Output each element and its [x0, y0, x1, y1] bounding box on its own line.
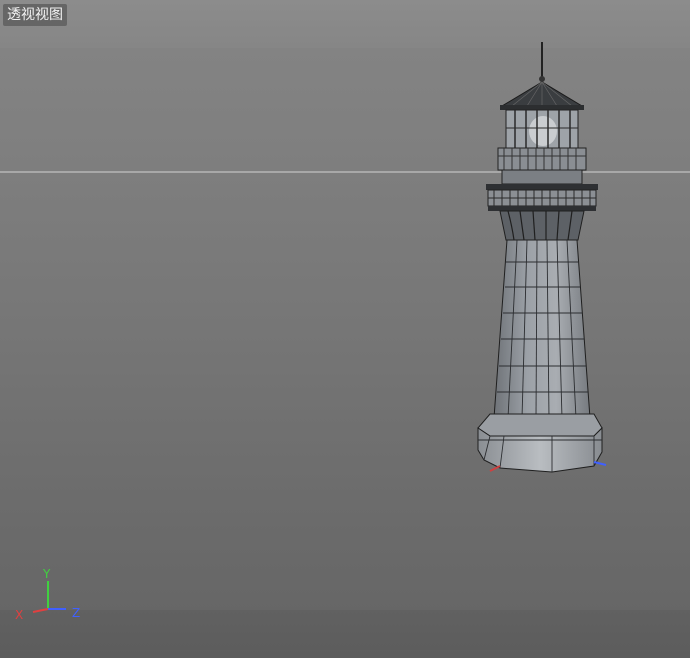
y-axis-label: Y	[42, 567, 51, 581]
upper-gallery	[497, 147, 587, 171]
tower-body	[493, 239, 591, 419]
roof-rim	[500, 105, 584, 110]
axis-gizmo: Y Z X	[15, 567, 80, 622]
gallery-deck-top	[486, 184, 598, 190]
z-axis-label: Z	[72, 606, 80, 620]
watch-room	[501, 169, 583, 185]
base-top	[477, 413, 603, 437]
x-axis-label: X	[15, 608, 23, 622]
x-axis-line	[32, 608, 49, 613]
lamp	[529, 116, 557, 146]
perspective-viewport[interactable]: 透视视图 Y Z X	[0, 0, 690, 658]
scene-canvas: Y Z X	[15, 42, 607, 622]
lighthouse-model[interactable]	[477, 42, 607, 473]
antenna-ball	[539, 76, 545, 82]
gallery-deck	[488, 206, 596, 211]
pivot-x-marker	[489, 465, 501, 472]
